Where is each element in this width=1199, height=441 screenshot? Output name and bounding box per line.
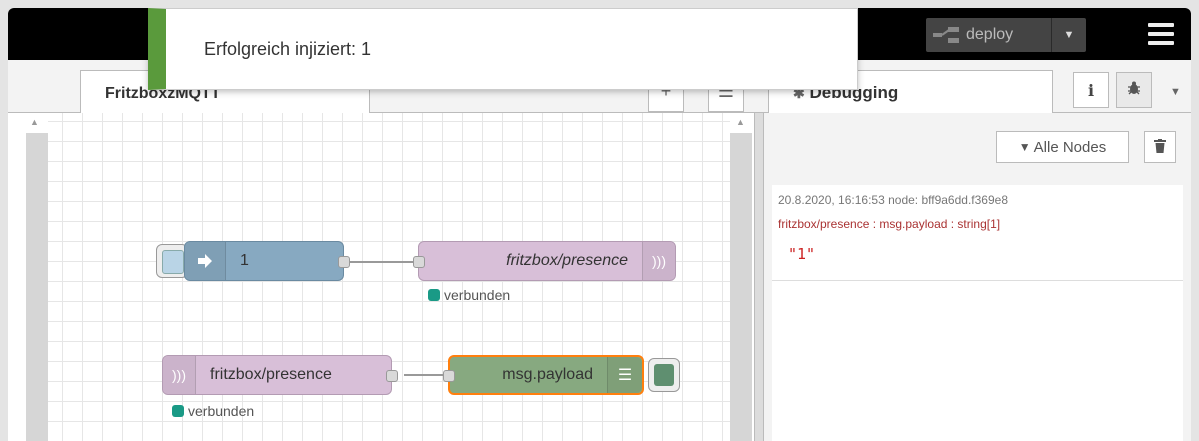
- status-label: verbunden: [444, 287, 511, 303]
- deploy-label: deploy: [966, 26, 1014, 43]
- inject-node[interactable]: 1: [184, 241, 350, 281]
- output-port[interactable]: [386, 370, 398, 382]
- mqtt-out-label: fritzbox/presence: [506, 252, 628, 269]
- deploy-button[interactable]: deploy ▼: [926, 18, 1086, 52]
- inject-node-label: 1: [240, 252, 249, 269]
- mqtt-icon: ))): [642, 242, 675, 280]
- input-port[interactable]: [443, 370, 455, 382]
- mqtt-icon: ))): [163, 356, 196, 394]
- debug-toggle-button[interactable]: [648, 358, 680, 392]
- clear-messages-button[interactable]: [1144, 131, 1176, 163]
- mqtt-in-label: fritzbox/presence: [210, 366, 332, 383]
- debug-node-label: msg.payload: [502, 366, 593, 383]
- status-label: verbunden: [188, 403, 255, 419]
- debug-node[interactable]: msg.payload ☰: [443, 355, 644, 395]
- filter-icon: ▼: [1018, 140, 1031, 154]
- info-button[interactable]: i: [1073, 72, 1109, 108]
- mqtt-in-node[interactable]: ))) fritzbox/presence: [162, 355, 398, 395]
- notification-message: Erfolgreich injiziert: 1: [204, 38, 372, 59]
- debug-message[interactable]: 20.8.2020, 16:16:53 node: bff9a6dd.f369e…: [772, 185, 1183, 281]
- arrow-right-icon: [185, 242, 226, 280]
- chevron-down-icon[interactable]: ▼: [1170, 86, 1181, 98]
- scroll-up-icon[interactable]: ▲: [736, 117, 745, 127]
- mqtt-out-node[interactable]: fritzbox/presence ))): [413, 241, 676, 281]
- chevron-down-icon[interactable]: ▼: [1051, 18, 1086, 52]
- filter-label: Alle Nodes: [1033, 138, 1107, 156]
- connected-status-icon: [428, 289, 440, 301]
- hamburger-menu-icon[interactable]: [1148, 23, 1174, 45]
- filter-button[interactable]: ▼ Alle Nodes: [996, 131, 1129, 163]
- bug-icon: [1126, 80, 1142, 100]
- message-topic: fritzbox/presence : msg.payload : string…: [778, 217, 1001, 231]
- debug-message-area: [772, 281, 1183, 441]
- workspace: ▲ 1 fritzbox/presence ))) verbunden))) …: [8, 113, 754, 441]
- message-value: "1": [788, 245, 816, 263]
- mqtt-out-status: verbunden: [428, 287, 510, 303]
- sidebar-separator[interactable]: [754, 113, 764, 441]
- connected-status-icon: [172, 405, 184, 417]
- flow-canvas[interactable]: 1 fritzbox/presence ))) verbunden ))) fr…: [48, 113, 730, 441]
- canvas-scrollbar[interactable]: [730, 133, 752, 441]
- info-icon: i: [1087, 80, 1095, 100]
- notification-toast[interactable]: Erfolgreich injiziert: 1: [148, 8, 858, 90]
- palette-scrollbar[interactable]: [26, 133, 48, 441]
- trash-icon: [1154, 138, 1166, 156]
- message-meta: 20.8.2020, 16:16:53 node: bff9a6dd.f369e…: [778, 193, 1008, 207]
- app-window: deploy ▼ FritzboxzMQTT + ☰ ✱ Debugging i: [8, 8, 1191, 441]
- input-port[interactable]: [413, 256, 425, 268]
- list-icon: ☰: [607, 357, 642, 393]
- scroll-up-icon[interactable]: ▲: [30, 117, 39, 127]
- deploy-icon: [926, 18, 966, 52]
- output-port[interactable]: [338, 256, 350, 268]
- debug-sidebar: ▼ Alle Nodes 20.8.2020, 16:16:53 node: b…: [764, 113, 1191, 441]
- debug-panel-button[interactable]: [1116, 72, 1152, 108]
- mqtt-in-status: verbunden: [172, 403, 254, 419]
